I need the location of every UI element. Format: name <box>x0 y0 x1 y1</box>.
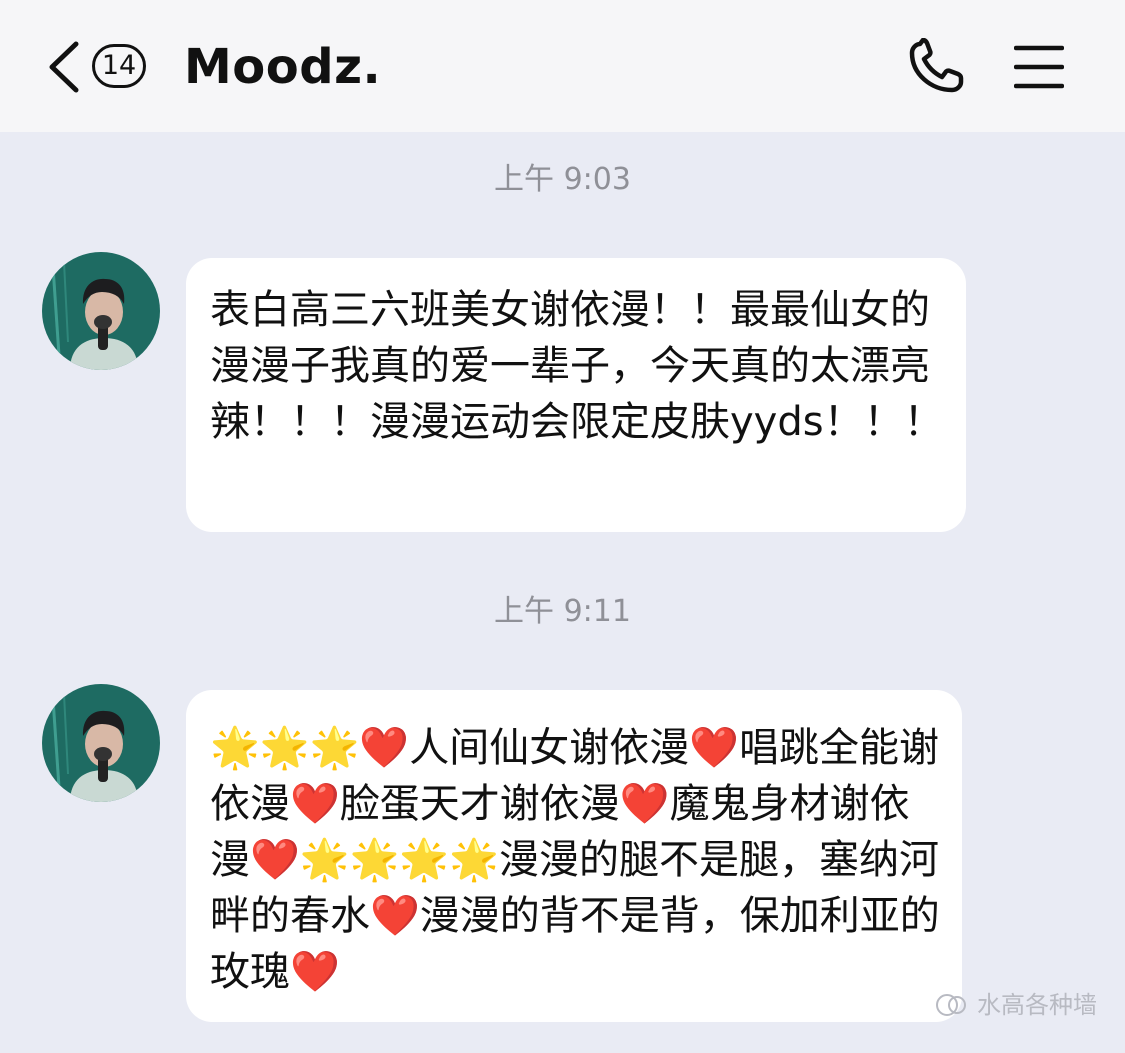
chat-header: 14 Moodz. <box>0 0 1125 132</box>
avatar-image <box>42 684 160 802</box>
message-timestamp: 上午 9:03 <box>494 162 631 197</box>
message-timestamp: 上午 9:11 <box>494 594 631 629</box>
watermark-text: 水高各种墙 <box>977 991 1097 1019</box>
avatar[interactable] <box>42 252 160 370</box>
unread-count-badge[interactable]: 14 <box>92 44 146 88</box>
avatar[interactable] <box>42 684 160 802</box>
chat-title: Moodz. <box>184 39 382 95</box>
back-chevron-icon[interactable] <box>44 38 84 96</box>
message-bubble[interactable]: 🌟🌟🌟❤️人间仙女谢依漫❤️唱跳全能谢依漫❤️脸蛋天才谢依漫❤️魔鬼身材谢依漫❤… <box>186 690 962 1022</box>
phone-call-icon[interactable] <box>906 38 968 96</box>
avatar-image <box>42 252 160 370</box>
menu-icon[interactable] <box>1014 44 1064 90</box>
watermark: 水高各种墙 <box>933 986 1097 1023</box>
watermark-logo-icon <box>936 994 967 1016</box>
message-bubble[interactable]: 表白高三六班美女谢依漫！！最最仙女的漫漫子我真的爱一辈子，今天真的太漂亮辣！！！… <box>186 258 966 532</box>
